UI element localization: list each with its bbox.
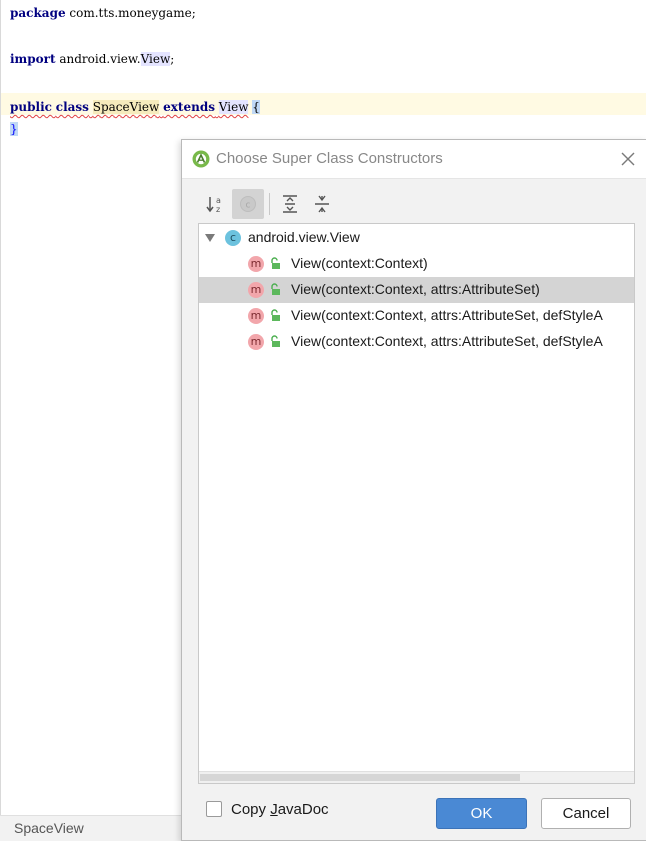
- public-unlock-icon: [271, 309, 280, 321]
- tree-item-constructor-4[interactable]: m View(context:Context, attrs:AttributeS…: [199, 329, 634, 355]
- tree-root-label: android.view.View: [248, 229, 360, 245]
- show-classes-icon: c: [240, 196, 256, 212]
- method-icon: m: [248, 308, 264, 324]
- ok-button[interactable]: OK: [436, 798, 527, 829]
- constructor-tree[interactable]: c android.view.View m View(context:Conte…: [198, 223, 635, 784]
- breadcrumb-class[interactable]: SpaceView: [14, 820, 84, 836]
- method-icon: m: [248, 282, 264, 298]
- import-view-highlight: View: [140, 52, 171, 66]
- collapse-all-button[interactable]: [306, 189, 338, 219]
- tree-item-constructor-3[interactable]: m View(context:Context, attrs:AttributeS…: [199, 303, 634, 329]
- copy-javadoc-checkbox[interactable]: [206, 801, 222, 817]
- keyword-public: public: [10, 100, 52, 114]
- tree-item-label: View(context:Context): [291, 255, 428, 271]
- public-unlock-icon: [271, 335, 280, 347]
- copy-javadoc-option[interactable]: Copy JavaDoc: [206, 798, 329, 820]
- keyword-import: import: [10, 52, 56, 66]
- tree-item-constructor-1[interactable]: m View(context:Context): [199, 251, 634, 277]
- tree-item-constructor-2[interactable]: m View(context:Context, attrs:AttributeS…: [199, 277, 634, 303]
- expand-all-button[interactable]: [274, 189, 306, 219]
- android-studio-icon: [192, 150, 210, 168]
- dialog-title: Choose Super Class Constructors: [216, 150, 443, 167]
- import-semicolon: ;: [170, 52, 175, 66]
- superclass-name: View: [218, 100, 249, 114]
- code-line-class-declaration[interactable]: public class SpaceView extends View {: [10, 96, 260, 118]
- expand-all-icon: [283, 195, 297, 213]
- close-icon[interactable]: [620, 151, 636, 167]
- keyword-extends: extends: [163, 100, 215, 114]
- mnemonic-letter: J: [270, 800, 278, 818]
- tree-item-label: View(context:Context, attrs:AttributeSet…: [291, 307, 603, 323]
- code-line-package[interactable]: package com.tts.moneygame;: [10, 2, 196, 24]
- method-icon: m: [248, 334, 264, 350]
- class-icon: c: [225, 230, 241, 246]
- svg-text:z: z: [216, 205, 220, 214]
- public-unlock-icon: [271, 257, 280, 269]
- dialog-button-bar: Copy JavaDoc OK Cancel: [182, 792, 646, 840]
- scrollbar-thumb[interactable]: [200, 774, 520, 781]
- cancel-button[interactable]: Cancel: [541, 798, 631, 829]
- keyword-class: class: [55, 100, 89, 114]
- public-unlock-icon: [271, 283, 280, 295]
- class-name: SpaceView: [92, 100, 160, 114]
- collapse-all-icon: [315, 195, 329, 213]
- dialog-toolbar: a z c: [198, 189, 598, 221]
- svg-text:a: a: [216, 196, 221, 205]
- dialog-titlebar[interactable]: Choose Super Class Constructors: [182, 140, 646, 179]
- editor-left-border: [0, 0, 1, 815]
- close-brace: }: [10, 122, 18, 136]
- expand-triangle-icon[interactable]: [204, 232, 216, 244]
- copy-javadoc-label: Copy JavaDoc: [231, 800, 329, 818]
- code-line-import[interactable]: import android.view.View;: [10, 48, 174, 70]
- tree-item-label: View(context:Context, attrs:AttributeSet…: [291, 333, 603, 349]
- open-brace: {: [252, 100, 260, 114]
- code-line-close-brace[interactable]: }: [10, 118, 18, 140]
- import-path: android.view.: [55, 52, 141, 66]
- method-icon: m: [248, 256, 264, 272]
- keyword-package: package: [10, 6, 66, 20]
- show-classes-button[interactable]: c: [232, 189, 264, 219]
- tree-item-label: View(context:Context, attrs:AttributeSet…: [291, 281, 540, 297]
- tree-root-android-view-view[interactable]: c android.view.View: [199, 225, 634, 251]
- choose-super-class-constructors-dialog: Choose Super Class Constructors a z c c …: [181, 139, 646, 841]
- toolbar-separator: [269, 193, 270, 215]
- sort-alphabetically-button[interactable]: a z: [200, 189, 232, 219]
- svg-text:c: c: [246, 201, 251, 211]
- package-name: com.tts.moneygame;: [65, 6, 196, 20]
- sort-alphabetically-icon: a z: [206, 196, 221, 214]
- horizontal-scrollbar[interactable]: [199, 771, 634, 783]
